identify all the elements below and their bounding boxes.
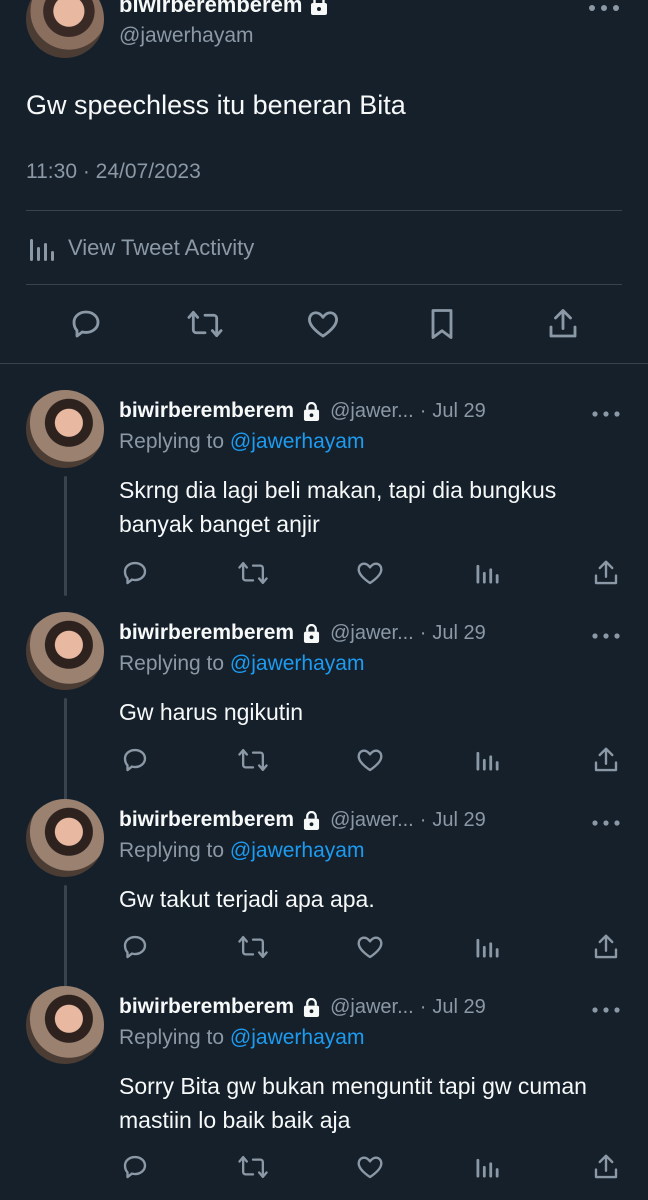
retweet-icon[interactable] (237, 1152, 269, 1182)
display-name[interactable]: biwirberemberem (119, 399, 294, 423)
divider (26, 284, 622, 285)
more-icon[interactable] (590, 408, 622, 420)
view-tweet-activity-label: View Tweet Activity (68, 235, 255, 260)
replying-to-handle[interactable]: @jawerhayam (230, 430, 365, 453)
display-name[interactable]: biwirberemberem (119, 995, 294, 1019)
like-icon[interactable] (355, 745, 385, 775)
replying-to: Replying to @jawerhayam (119, 1026, 364, 1050)
view-tweet-activity-link[interactable]: View Tweet Activity (26, 228, 254, 268)
analytics-icon (26, 233, 56, 263)
more-icon[interactable] (586, 0, 622, 16)
analytics-icon[interactable] (473, 932, 501, 962)
more-icon[interactable] (590, 630, 622, 642)
tweet-timestamp[interactable]: 11:30 · 24/07/2023 (26, 160, 201, 184)
avatar[interactable] (26, 799, 104, 877)
analytics-icon[interactable] (473, 1152, 501, 1182)
replying-to: Replying to @jawerhayam (119, 652, 364, 676)
retweet-icon[interactable] (186, 306, 224, 342)
retweet-icon[interactable] (237, 932, 269, 962)
divider (0, 363, 648, 364)
reply-tweet[interactable]: biwirberemberem @jawer... · Jul 29 Reply… (0, 390, 648, 620)
retweet-icon[interactable] (237, 558, 269, 588)
more-icon[interactable] (590, 817, 622, 829)
analytics-icon[interactable] (473, 558, 501, 588)
tweet-text: Sorry Bita gw bukan menguntit tapi gw cu… (119, 1073, 587, 1133)
separator-dot: · (419, 399, 427, 422)
tweet-text: Gw speechless itu beneran Bita (26, 90, 406, 120)
avatar[interactable] (26, 0, 104, 58)
share-icon[interactable] (591, 932, 621, 962)
share-icon[interactable] (591, 1152, 621, 1182)
display-name[interactable]: biwirberemberem (119, 808, 294, 832)
reply-header: biwirberemberem @jawer... · Jul 29 (119, 396, 486, 426)
share-icon[interactable] (591, 745, 621, 775)
more-icon[interactable] (590, 1004, 622, 1016)
tweet-date[interactable]: Jul 29 (432, 622, 485, 645)
like-icon[interactable] (355, 932, 385, 962)
handle[interactable]: @jawerhayam (119, 24, 254, 48)
lock-icon (303, 401, 320, 421)
share-icon[interactable] (545, 306, 581, 342)
reply-icon[interactable] (120, 932, 150, 962)
like-icon[interactable] (305, 306, 341, 342)
replying-to: Replying to @jawerhayam (119, 430, 364, 454)
like-icon[interactable] (355, 1152, 385, 1182)
share-icon[interactable] (591, 558, 621, 588)
replying-to-prefix: Replying to (119, 1026, 225, 1049)
reply-tweet[interactable]: biwirberemberem @jawer... · Jul 29 Reply… (0, 799, 648, 989)
avatar[interactable] (26, 612, 104, 690)
analytics-icon[interactable] (473, 745, 501, 775)
separator-dot: · (419, 995, 427, 1018)
replying-to-prefix: Replying to (119, 430, 225, 453)
tweet-date[interactable]: Jul 29 (432, 809, 485, 832)
reply-header: biwirberemberem @jawer... · Jul 29 (119, 805, 486, 835)
tweet-text: Gw takut terjadi apa apa. (119, 886, 375, 912)
display-name[interactable]: biwirberemberem (119, 621, 294, 645)
replying-to-prefix: Replying to (119, 839, 225, 862)
replying-to-prefix: Replying to (119, 652, 225, 675)
divider (26, 210, 622, 211)
reply-icon[interactable] (120, 558, 150, 588)
like-icon[interactable] (355, 558, 385, 588)
lock-icon (303, 623, 320, 643)
retweet-icon[interactable] (237, 745, 269, 775)
separator-dot: · (419, 621, 427, 644)
avatar[interactable] (26, 390, 104, 468)
tweet-text: Skrng dia lagi beli makan, tapi dia bung… (119, 477, 557, 537)
thread-line (64, 698, 67, 800)
handle[interactable]: @jawer... (330, 400, 414, 423)
avatar[interactable] (26, 986, 104, 1064)
reply-icon[interactable] (120, 1152, 150, 1182)
reply-header: biwirberemberem @jawer... · Jul 29 (119, 992, 486, 1022)
tweet-text: Gw harus ngikutin (119, 699, 304, 725)
tweet-date[interactable]: Jul 29 (432, 400, 485, 423)
thread-line (64, 885, 67, 987)
handle[interactable]: @jawer... (330, 809, 414, 832)
separator-dot: · (419, 808, 427, 831)
replying-to-handle[interactable]: @jawerhayam (230, 1026, 365, 1049)
reply-icon[interactable] (120, 745, 150, 775)
lock-icon (303, 810, 320, 830)
display-name-text[interactable]: biwirberemberem (119, 0, 302, 18)
bookmark-icon[interactable] (425, 306, 459, 342)
tweet-date[interactable]: Jul 29 (432, 996, 485, 1019)
main-action-bar (0, 300, 648, 350)
replying-to-handle[interactable]: @jawerhayam (230, 652, 365, 675)
handle[interactable]: @jawer... (330, 622, 414, 645)
reply-icon[interactable] (68, 306, 104, 342)
replying-to-handle[interactable]: @jawerhayam (230, 839, 365, 862)
reply-tweet[interactable]: biwirberemberem @jawer... · Jul 29 Reply… (0, 986, 648, 1200)
reply-header: biwirberemberem @jawer... · Jul 29 (119, 618, 486, 648)
lock-icon (310, 0, 328, 15)
display-name[interactable]: biwirberemberem (119, 0, 328, 18)
handle[interactable]: @jawer... (330, 996, 414, 1019)
lock-icon (303, 997, 320, 1017)
replying-to: Replying to @jawerhayam (119, 839, 364, 863)
thread-line (64, 476, 67, 596)
reply-tweet[interactable]: biwirberemberem @jawer... · Jul 29 Reply… (0, 612, 648, 802)
